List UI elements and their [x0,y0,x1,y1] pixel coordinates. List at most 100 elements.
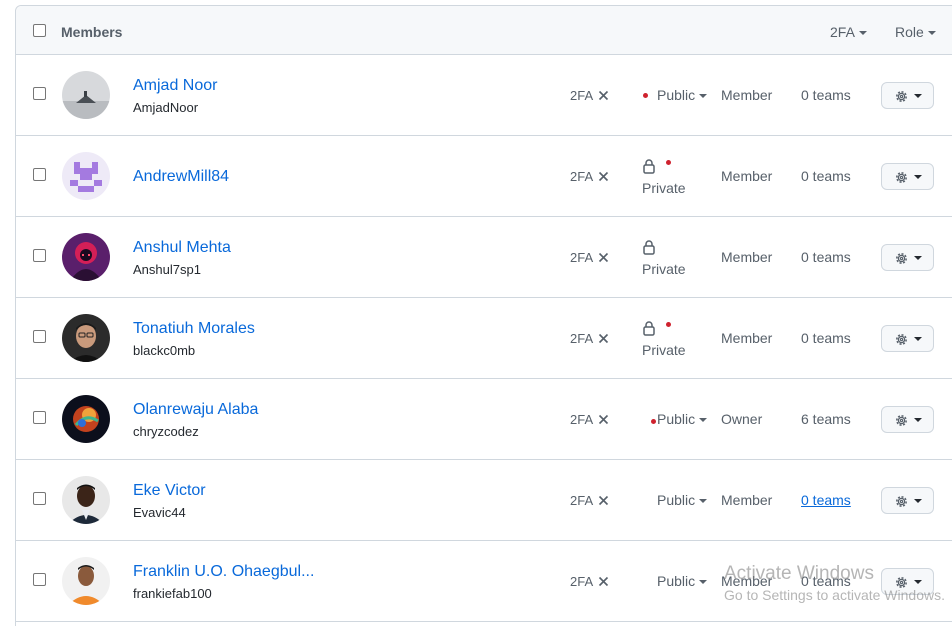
role-label: Member [721,249,773,265]
visibility-label: Public [657,573,696,589]
role-label: Member [721,492,773,508]
member-row: Tonatiuh Morales blackc0mb 2FA Private M… [16,298,952,379]
twofa-label: 2FA [570,169,594,184]
role-label: Owner [721,411,763,427]
role-label: Member [721,330,773,346]
x-icon [598,252,609,263]
avatar[interactable] [62,233,110,281]
member-row: AndrewMill84 2FA Private Member 0 teams [16,136,952,217]
member-settings-button[interactable] [881,82,934,109]
avatar[interactable] [62,476,110,524]
x-icon [598,576,609,587]
member-checkbox[interactable] [33,330,46,343]
member-login: Anshul7sp1 [133,262,201,277]
alert-dot-icon [651,419,656,424]
chevron-down-icon [914,175,922,179]
role-label: Member [721,168,773,184]
chevron-down-icon [914,499,922,503]
member-login: chryzcodez [133,424,199,439]
member-checkbox[interactable] [33,249,46,262]
lock-icon [643,321,655,336]
twofa-label: 2FA [570,574,594,589]
member-checkbox[interactable] [33,492,46,505]
twofa-label: 2FA [570,88,594,103]
member-row: Olanrewaju Alaba chryzcodez 2FA Public O… [16,379,952,460]
member-settings-button[interactable] [881,406,934,433]
chevron-down-icon [914,337,922,341]
gear-icon [896,415,907,426]
select-all-checkbox[interactable] [33,24,46,37]
member-name-link[interactable]: Franklin U.O. Ohaegbul... [133,563,314,581]
visibility-dropdown[interactable]: Public [657,411,708,427]
teams-count: 0 teams [801,330,851,346]
role-label: Member [721,87,773,103]
member-checkbox[interactable] [33,573,46,586]
member-settings-button[interactable] [881,487,934,514]
visibility-label: Private [642,261,686,277]
member-row: Amjad Noor AmjadNoor 2FA Public Member 0… [16,55,952,136]
teams-count: 6 teams [801,411,851,427]
avatar[interactable] [62,395,110,443]
member-row: Anshul Mehta Anshul7sp1 2FA Private Memb… [16,217,952,298]
teams-count: 0 teams [801,87,851,103]
role-filter-label: Role [895,24,924,40]
chevron-down-icon [699,580,708,585]
x-icon [598,333,609,344]
visibility-label: Private [642,180,686,196]
member-settings-button[interactable] [881,163,934,190]
member-name-link[interactable]: AndrewMill84 [133,168,229,186]
member-login: blackc0mb [133,343,196,358]
gear-icon [896,172,907,183]
twofa-filter-dropdown[interactable]: 2FA [830,24,867,40]
member-checkbox[interactable] [33,411,46,424]
avatar[interactable] [62,152,110,200]
role-filter-dropdown[interactable]: Role [895,24,936,40]
gear-icon [896,334,907,345]
visibility-label: Public [657,411,696,427]
member-name-link[interactable]: Tonatiuh Morales [133,320,255,338]
gear-icon [896,91,907,102]
avatar[interactable] [62,557,110,605]
avatar[interactable] [62,314,110,362]
member-checkbox[interactable] [33,168,46,181]
teams-link[interactable]: 0 teams [801,492,851,508]
member-name-link[interactable]: Amjad Noor [133,77,217,95]
chevron-down-icon [914,94,922,98]
teams-count: 0 teams [801,249,851,265]
alert-dot-icon [643,93,648,98]
chevron-down-icon [699,499,708,504]
member-name-link[interactable]: Eke Victor [133,482,206,500]
visibility-dropdown[interactable]: Public [657,492,708,508]
lock-icon [643,159,655,174]
twofa-label: 2FA [570,493,594,508]
x-icon [598,171,609,182]
member-checkbox[interactable] [33,87,46,100]
alert-dot-icon [666,322,671,327]
member-row: Eke Victor Evavic44 2FA Public Member 0 … [16,460,952,541]
chevron-down-icon [858,31,867,36]
member-login: AmjadNoor [133,100,199,115]
chevron-down-icon [914,418,922,422]
x-icon [598,90,609,101]
member-name-link[interactable]: Olanrewaju Alaba [133,401,258,419]
visibility-label: Private [642,342,686,358]
chevron-down-icon [914,256,922,260]
twofa-label: 2FA [570,412,594,427]
member-login: frankiefab100 [133,586,212,601]
member-settings-button[interactable] [881,325,934,352]
x-icon [598,414,609,425]
chevron-down-icon [699,94,708,99]
twofa-label: 2FA [570,250,594,265]
teams-count: 0 teams [801,168,851,184]
lock-icon [643,240,655,255]
members-title: Members [61,24,123,40]
chevron-down-icon [699,418,708,423]
twofa-label: 2FA [570,331,594,346]
avatar[interactable] [62,71,110,119]
members-list: Members 2FA Role Amjad Noor AmjadNoor 2F… [15,5,952,626]
visibility-dropdown[interactable]: Public [657,87,708,103]
member-settings-button[interactable] [881,244,934,271]
visibility-dropdown[interactable]: Public [657,573,708,589]
members-header: Members 2FA Role [16,6,952,55]
member-name-link[interactable]: Anshul Mehta [133,239,231,257]
